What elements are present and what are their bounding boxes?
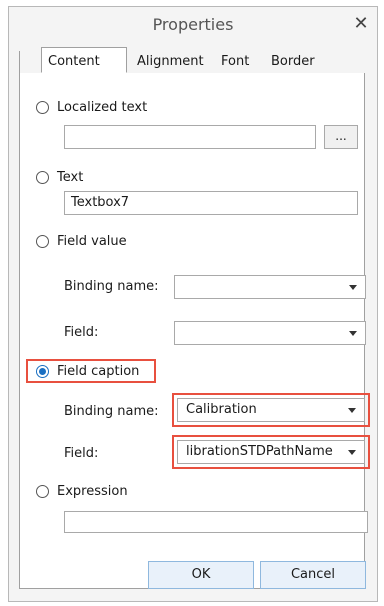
chevron-down-icon <box>348 450 356 455</box>
localized-text-label: Localized text <box>57 99 148 115</box>
field-value-field-select[interactable] <box>174 321 366 345</box>
expression-input[interactable] <box>64 511 368 533</box>
properties-dialog: Properties ✕ Content Alignment Font Bord… <box>8 6 378 602</box>
field-caption-field-label: Field: <box>64 446 99 461</box>
browse-button[interactable]: ... <box>324 125 358 149</box>
localized-text-input[interactable] <box>64 125 316 149</box>
text-label: Text <box>57 169 84 185</box>
field-caption-field-value: librationSTDPathName <box>186 444 333 459</box>
ok-button[interactable]: OK <box>148 561 254 589</box>
chevron-down-icon <box>349 285 357 290</box>
field-value-label: Field value <box>57 233 127 249</box>
tab-font[interactable]: Font <box>215 51 255 73</box>
tab-bar: Content Alignment Font Border <box>19 47 365 74</box>
field-value-option[interactable]: Field value <box>36 231 127 251</box>
field-value-radio[interactable] <box>36 234 49 248</box>
title-bar: Properties ✕ <box>9 7 377 41</box>
field-value-field-label: Field: <box>64 325 99 340</box>
text-input[interactable]: Textbox7 <box>64 191 358 215</box>
text-radio[interactable] <box>36 170 49 184</box>
localized-text-option[interactable]: Localized text <box>36 97 147 117</box>
dialog-title: Properties <box>152 15 234 34</box>
tab-alignment[interactable]: Alignment <box>131 51 210 73</box>
content-panel: Localized text ... Text Textbox7 Field v… <box>19 73 370 589</box>
field-caption-option[interactable]: Field caption <box>36 361 139 381</box>
expression-label: Expression <box>57 483 128 499</box>
cancel-button[interactable]: Cancel <box>260 561 366 589</box>
tab-border[interactable]: Border <box>265 51 321 73</box>
field-caption-field-select[interactable]: librationSTDPathName <box>177 440 365 464</box>
field-value-binding-label: Binding name: <box>64 279 159 294</box>
text-option[interactable]: Text <box>36 167 83 187</box>
field-caption-binding-label: Binding name: <box>64 404 159 419</box>
tab-bar-edge <box>19 51 42 73</box>
localized-text-radio[interactable] <box>36 100 49 114</box>
close-icon[interactable]: ✕ <box>351 14 371 34</box>
field-caption-binding-value: Calibration <box>186 402 257 417</box>
field-caption-radio[interactable] <box>36 364 49 378</box>
chevron-down-icon <box>348 408 356 413</box>
field-caption-binding-select[interactable]: Calibration <box>177 398 365 422</box>
field-caption-label: Field caption <box>57 363 140 379</box>
chevron-down-icon <box>349 331 357 336</box>
field-value-binding-select[interactable] <box>174 275 366 299</box>
expression-radio[interactable] <box>36 484 49 498</box>
expression-option[interactable]: Expression <box>36 481 128 501</box>
tab-content[interactable]: Content <box>41 47 127 73</box>
